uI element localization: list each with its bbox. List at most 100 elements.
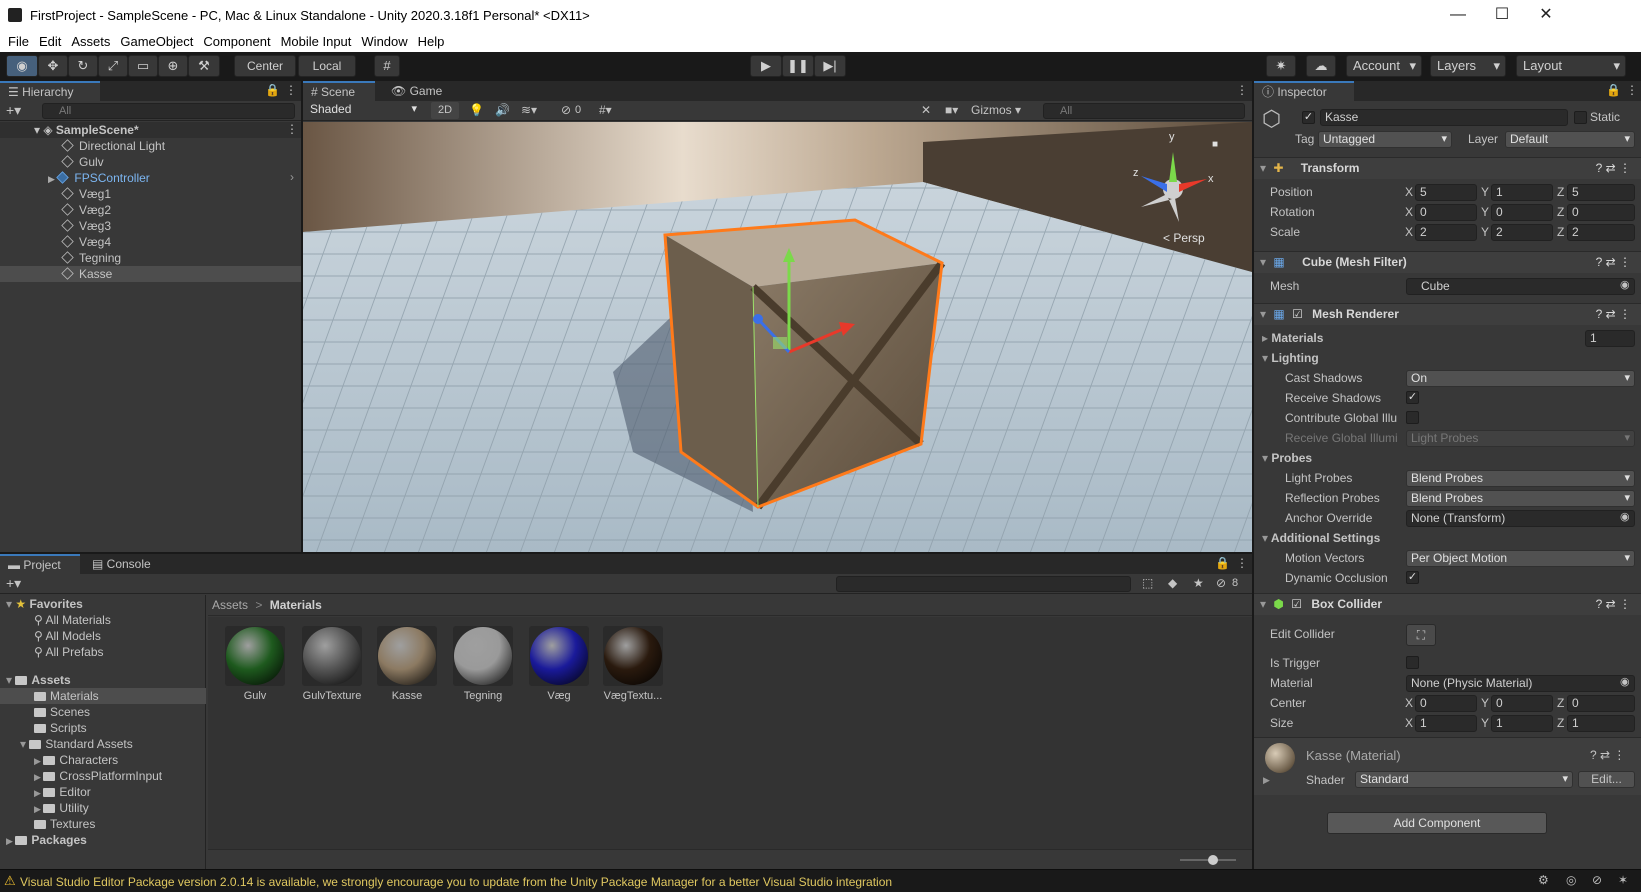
packages-foldout[interactable]: ▶ Packages: [6, 832, 87, 848]
box-collider-header[interactable]: ▾ ⬢ ☑ Box Collider ? ⇄ ⋮: [1254, 593, 1641, 615]
tag-dropdown[interactable]: Untagged: [1318, 131, 1452, 148]
object-name-field[interactable]: Kasse: [1320, 109, 1568, 126]
rect-tool-icon[interactable]: ▭: [128, 55, 158, 77]
materials-count-field[interactable]: 1: [1585, 330, 1635, 347]
menu-gameobject[interactable]: GameObject: [120, 32, 193, 52]
material-asset[interactable]: GulvTexture: [297, 626, 367, 702]
bug-icon[interactable]: ⊘: [1592, 873, 1602, 887]
light-probes-dropdown[interactable]: Blend Probes: [1406, 470, 1635, 487]
add-component-button[interactable]: Add Component: [1327, 812, 1547, 834]
folder-crossplatforminput[interactable]: ▶ CrossPlatformInput: [34, 768, 162, 784]
tab-game[interactable]: 👁 Game: [383, 81, 453, 101]
debug-mode-icon[interactable]: ⚙: [1538, 873, 1549, 887]
pause-button[interactable]: ❚❚: [782, 55, 814, 77]
object-picker-icon[interactable]: ◉: [1620, 510, 1630, 523]
is-trigger-checkbox[interactable]: [1406, 656, 1419, 669]
hierarchy-item-vaeg2[interactable]: Væg2: [61, 202, 111, 218]
breadcrumb-materials[interactable]: Materials: [270, 598, 322, 612]
lighting-foldout[interactable]: ▾ Lighting: [1262, 351, 1319, 365]
expand-arrow-icon[interactable]: ▶: [1263, 775, 1270, 786]
probes-foldout[interactable]: ▾ Probes: [1262, 451, 1312, 465]
gizmos-dropdown[interactable]: Gizmos ▾: [971, 102, 1041, 119]
chevron-right-icon[interactable]: ›: [290, 170, 294, 184]
scene-more-icon[interactable]: ⋮: [286, 122, 298, 136]
center-x-field[interactable]: 0: [1415, 695, 1477, 712]
tab-scene[interactable]: # Scene: [303, 81, 375, 101]
center-y-field[interactable]: 0: [1491, 695, 1553, 712]
cloud-icon[interactable]: ☁: [1306, 55, 1336, 77]
hierarchy-item-vaeg3[interactable]: Væg3: [61, 218, 111, 234]
lock-icon[interactable]: 🔒: [1215, 556, 1230, 570]
play-button[interactable]: ▶: [750, 55, 782, 77]
account-dropdown[interactable]: Account ▾: [1346, 55, 1422, 77]
menu-edit[interactable]: Edit: [39, 32, 61, 52]
pivot-mode-button[interactable]: Center: [234, 55, 296, 77]
tab-console[interactable]: ▤ Console: [84, 554, 164, 574]
folder-editor[interactable]: ▶ Editor: [34, 784, 91, 800]
project-search-input[interactable]: [836, 576, 1131, 592]
layout-dropdown[interactable]: Layout ▾: [1516, 55, 1626, 77]
search-by-label-icon[interactable]: ◆: [1168, 576, 1177, 590]
scale-y-field[interactable]: 2: [1491, 224, 1553, 241]
object-picker-icon[interactable]: ◉: [1620, 675, 1630, 688]
projection-label[interactable]: < Persp: [1163, 231, 1205, 245]
tools-icon[interactable]: ✕: [921, 103, 931, 117]
transform-header[interactable]: ▾ ✚ Transform ? ⇄ ⋮: [1254, 157, 1641, 179]
position-y-field[interactable]: 1: [1491, 184, 1553, 201]
more-icon[interactable]: ⋮: [285, 83, 297, 97]
move-tool-icon[interactable]: ✥: [38, 55, 68, 77]
menu-component[interactable]: Component: [203, 32, 270, 52]
component-menu-icons[interactable]: ? ⇄ ⋮: [1596, 158, 1631, 179]
rotation-y-field[interactable]: 0: [1491, 204, 1553, 221]
component-menu-icons[interactable]: ? ⇄ ⋮: [1596, 252, 1631, 273]
plane-handle[interactable]: [773, 337, 787, 349]
mesh-renderer-header[interactable]: ▾ ▦ ☑ Mesh Renderer ? ⇄ ⋮: [1254, 303, 1641, 325]
status-message[interactable]: Visual Studio Editor Package version 2.0…: [20, 875, 892, 889]
size-z-field[interactable]: 1: [1567, 715, 1635, 732]
assets-foldout[interactable]: ▾ Assets: [6, 672, 71, 688]
camera-icon[interactable]: ■▾: [945, 103, 958, 117]
lighting-toggle-icon[interactable]: 💡: [469, 103, 484, 117]
scene-item[interactable]: ▾ ◈ SampleScene*: [34, 122, 139, 138]
folder-scripts[interactable]: Scripts: [34, 720, 87, 736]
more-icon[interactable]: ⋮: [1626, 83, 1638, 97]
custom-tool-icon[interactable]: ⚒: [188, 55, 220, 77]
tab-project[interactable]: ▬ Project: [0, 554, 80, 574]
zoom-slider-thumb[interactable]: [1208, 855, 1218, 865]
add-icon[interactable]: +▾: [6, 575, 21, 592]
scale-x-field[interactable]: 2: [1415, 224, 1477, 241]
physic-material-field[interactable]: None (Physic Material): [1406, 675, 1635, 692]
grid-snap-icon[interactable]: #: [374, 55, 400, 77]
center-z-field[interactable]: 0: [1567, 695, 1635, 712]
material-asset[interactable]: Gulv: [220, 626, 290, 702]
hierarchy-item-vaeg4[interactable]: Væg4: [61, 234, 111, 250]
tab-inspector[interactable]: ⓘ Inspector: [1254, 81, 1354, 101]
view-tool-icon[interactable]: ◉: [6, 55, 38, 77]
object-picker-icon[interactable]: ◉: [1620, 278, 1630, 291]
folder-utility[interactable]: ▶ Utility: [34, 800, 89, 816]
menu-file[interactable]: File: [8, 32, 29, 52]
anchor-override-field[interactable]: None (Transform): [1406, 510, 1635, 527]
minimize-button[interactable]: —: [1444, 4, 1472, 28]
toggle-2d-button[interactable]: 2D: [431, 102, 459, 119]
scene-search-input[interactable]: All: [1043, 103, 1245, 119]
hierarchy-item-kasse[interactable]: Kasse: [61, 266, 112, 282]
material-asset[interactable]: Væg: [524, 626, 594, 702]
mesh-filter-header[interactable]: ▾ ▦ Cube (Mesh Filter) ? ⇄ ⋮: [1254, 251, 1641, 273]
step-button[interactable]: ▶|: [814, 55, 846, 77]
layers-dropdown[interactable]: Layers ▾: [1430, 55, 1506, 77]
draw-mode-dropdown[interactable]: Shaded: [306, 102, 421, 119]
dynamic-occlusion-checkbox[interactable]: ✓: [1406, 571, 1419, 584]
enabled-check-icon[interactable]: ☑: [1291, 597, 1302, 611]
size-x-field[interactable]: 1: [1415, 715, 1477, 732]
more-icon[interactable]: ⋮: [1236, 556, 1248, 570]
additional-settings-foldout[interactable]: ▾ Additional Settings: [1262, 531, 1380, 545]
maximize-button[interactable]: ☐: [1488, 4, 1516, 28]
size-y-field[interactable]: 1: [1491, 715, 1553, 732]
material-asset[interactable]: Tegning: [448, 626, 518, 702]
reflection-probes-dropdown[interactable]: Blend Probes: [1406, 490, 1635, 507]
scale-tool-icon[interactable]: ⤢: [98, 55, 128, 77]
hidden-packages-icon[interactable]: ⊘: [1216, 576, 1226, 590]
breadcrumb-assets[interactable]: Assets: [212, 598, 248, 612]
rotate-tool-icon[interactable]: ↻: [68, 55, 98, 77]
